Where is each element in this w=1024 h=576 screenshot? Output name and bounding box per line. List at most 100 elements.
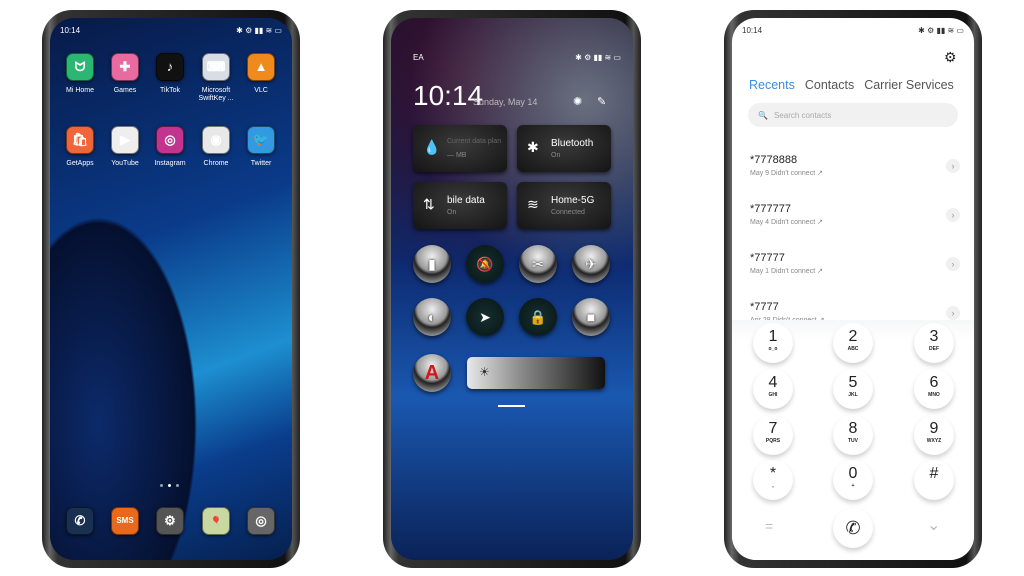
tab-contacts[interactable]: Contacts <box>805 78 854 92</box>
dial-key[interactable]: *, <box>753 460 793 500</box>
toggle-dark-mode[interactable]: ◐ <box>413 298 451 336</box>
status-icons: ✱ ⚙ ▮▮ ≋ ▭ <box>575 53 621 62</box>
dial-key[interactable]: 8 TUV <box>833 415 873 455</box>
call-detail: May 9 Didn't connect ↗ <box>750 170 823 177</box>
dial-key[interactable]: 4 GHI <box>753 369 793 409</box>
chevron-right-icon[interactable]: › <box>946 257 960 271</box>
dial-key[interactable]: 7 PQRS <box>753 415 793 455</box>
mi-home-icon: ᗢ <box>66 53 94 81</box>
app-chrome[interactable]: ◉ Chrome <box>194 126 238 168</box>
call-log-row[interactable]: *77777 May 1 Didn't connect ↗ › <box>750 252 960 282</box>
tile-wifi[interactable]: ≋ Home-5G Connected <box>517 182 611 229</box>
phone-control-center: EA ✱ ⚙ ▮▮ ≋ ▭ 10:14 Sunday, May 14 ✺ ✎ 💧… <box>383 10 641 568</box>
key-letters: MNO <box>928 392 940 398</box>
tab-carrier-services[interactable]: Carrier Services <box>864 78 954 92</box>
brightness-icon: ☀ <box>479 365 490 379</box>
vlc-icon: ▲ <box>247 53 275 81</box>
dial-key[interactable]: 0 + <box>833 460 873 500</box>
dial-key[interactable]: 2 ABC <box>833 323 873 363</box>
call-detail: May 1 Didn't connect ↗ <box>750 268 823 275</box>
key-digit: 7 <box>768 420 778 437</box>
settings-icon[interactable]: ✺ <box>573 95 582 108</box>
brightness-slider[interactable]: ☀ <box>467 357 605 389</box>
menu-icon[interactable]: = <box>765 518 773 534</box>
app-youtube[interactable]: ▶ YouTube <box>103 126 147 168</box>
search-placeholder: Search contacts <box>773 110 832 120</box>
tile-data-usage[interactable]: 💧 Current data plan — MB <box>413 125 507 172</box>
font-size-button[interactable]: A <box>413 354 451 392</box>
dialer-screen: 10:14 ✱ ⚙ ▮▮ ≋ ▭ ⚙ Recents Contacts Carr… <box>732 18 974 560</box>
chrome-icon: ◉ <box>202 126 230 154</box>
tile-status: On <box>551 152 561 159</box>
phone-dialer: 10:14 ✱ ⚙ ▮▮ ≋ ▭ ⚙ Recents Contacts Carr… <box>724 10 982 568</box>
call-log-row[interactable]: *7778888 May 9 Didn't connect ↗ › <box>750 154 960 184</box>
rotation-lock-icon: 🔒 <box>529 308 547 325</box>
home-handle[interactable] <box>498 405 525 407</box>
app-swiftkey[interactable]: ⌨ Microsoft SwiftKey ... <box>194 53 238 103</box>
dial-key[interactable]: 5 JKL <box>833 369 873 409</box>
key-digit: 5 <box>848 374 858 391</box>
call-detail: May 4 Didn't connect ↗ <box>750 219 823 226</box>
dock-app[interactable]: ⚙ <box>148 507 192 541</box>
app-tiktok[interactable]: ♪ TikTok <box>148 53 192 95</box>
tab-recents[interactable]: Recents <box>749 78 795 92</box>
app-label: VLC <box>254 87 268 94</box>
app-label: Instagram <box>154 160 186 167</box>
settings-icon[interactable]: ⚙ <box>944 49 957 66</box>
status-icons: ✱ ⚙ ▮▮ ≋ ▭ <box>236 25 282 35</box>
tabs: Recents Contacts Carrier Services <box>749 78 954 92</box>
tile-bluetooth[interactable]: ✱ Bluetooth On <box>517 125 611 172</box>
status-time: 10:14 <box>742 25 763 35</box>
edit-icon[interactable]: ✎ <box>597 95 606 108</box>
key-digit: 6 <box>929 374 939 391</box>
chevron-right-icon[interactable]: › <box>946 208 960 222</box>
app-twitter[interactable]: 🐦 Twitter <box>239 126 283 168</box>
camera-icon: ◎ <box>247 507 275 535</box>
twitter-icon: 🐦 <box>247 126 275 154</box>
toggle-rotation-lock[interactable]: 🔒 <box>519 298 557 336</box>
page-indicator[interactable] <box>160 484 179 487</box>
toggle-screenshot[interactable]: ✂ <box>519 245 557 283</box>
app-games[interactable]: ✚ Games <box>103 53 147 95</box>
app-instagram[interactable]: ◎ Instagram <box>148 126 192 168</box>
toggle-flashlight[interactable]: ▮ <box>413 245 451 283</box>
app-vlc[interactable]: ▲ VLC <box>239 53 283 95</box>
chevron-right-icon[interactable]: › <box>946 159 960 173</box>
app-label: Chrome <box>203 160 229 167</box>
key-letters: , <box>772 483 774 489</box>
dial-key[interactable]: # <box>914 460 954 500</box>
dial-key[interactable]: 3 DEF <box>914 323 954 363</box>
dial-key[interactable]: 1 o_o <box>753 323 793 363</box>
toggle-location[interactable]: ➤ <box>466 298 504 336</box>
search-input[interactable]: 🔍 Search contacts <box>748 103 958 127</box>
tile-mobile-data[interactable]: ⇅ bile data On <box>413 182 507 229</box>
app-label: Twitter <box>250 160 272 167</box>
settings-icon: ⚙ <box>156 507 184 535</box>
dock-app[interactable]: ◎ <box>239 507 283 541</box>
tile-title: Current data plan <box>447 138 502 145</box>
dial-key[interactable]: 6 MNO <box>914 369 954 409</box>
dial-key[interactable]: 9 WXYZ <box>914 415 954 455</box>
call-number: *7777 <box>750 301 779 313</box>
dock-app[interactable]: SMS <box>103 507 147 541</box>
flashlight-icon: ▮ <box>428 255 436 272</box>
app-label: GetApps <box>66 160 94 167</box>
dock-app[interactable]: 🎈 <box>194 507 238 541</box>
tile-title: bile data <box>447 195 485 206</box>
call-button[interactable]: ✆ <box>833 508 873 548</box>
toggle-screen-record[interactable]: ■ <box>572 298 610 336</box>
key-digit: 0 <box>848 465 858 482</box>
status-bar: 10:14 ✱ ⚙ ▮▮ ≋ ▭ <box>60 24 282 36</box>
call-log-row[interactable]: *777777 May 4 Didn't connect ↗ › <box>750 203 960 233</box>
collapse-dialpad-icon[interactable]: ⌄ <box>927 515 940 535</box>
app-getapps[interactable]: 🛍 GetApps <box>58 126 102 168</box>
chevron-right-icon[interactable]: › <box>946 306 960 320</box>
app-label: TikTok <box>160 87 180 94</box>
silent-icon: 🔕 <box>476 255 494 272</box>
toggle-silent[interactable]: 🔕 <box>466 245 504 283</box>
app-mi-home[interactable]: ᗢ Mi Home <box>58 53 102 95</box>
app-label: YouTube <box>111 160 139 167</box>
toggle-airplane[interactable]: ✈ <box>572 245 610 283</box>
search-icon: 🔍 <box>758 110 768 120</box>
dock-app[interactable]: ✆ <box>58 507 102 541</box>
